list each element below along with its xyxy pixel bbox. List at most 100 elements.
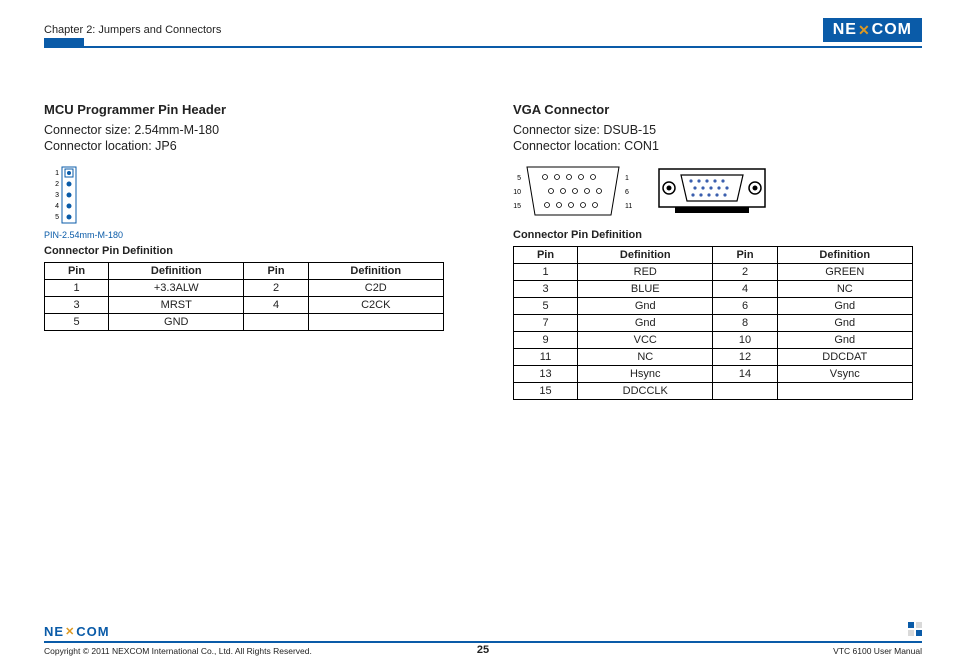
svg-text:1: 1 [55,170,59,177]
logo-part-com: COM [76,624,109,639]
th-def: Definition [308,263,443,280]
cell: BLUE [578,281,713,298]
cell: RED [578,264,713,281]
cell: 3 [514,281,578,298]
cell: 1 [514,264,578,281]
table-row: 13Hsync14Vsync [514,366,913,383]
pin-label: 5 [517,175,521,182]
cell: 5 [45,314,109,331]
cell: 4 [713,281,777,298]
mcu-pin-header-section: MCU Programmer Pin Header Connector size… [44,102,453,400]
logo-x-icon: ✕ [858,22,871,39]
cell: 6 [713,298,777,315]
svg-text:5: 5 [55,214,59,221]
cell: VCC [578,332,713,349]
table-row: 9VCC10Gnd [514,332,913,349]
cell [244,314,308,331]
cell [777,383,912,400]
vga-pinout-diagram: 5 1 10 6 15 11 [513,163,633,219]
th-def: Definition [777,247,912,264]
cell: 7 [514,315,578,332]
table-row: 5GND [45,314,444,331]
table-row: 15DDCCLK [514,383,913,400]
section-tab-decoration [44,38,84,48]
table-row: 1RED2GREEN [514,264,913,281]
pin-label: 10 [513,189,521,196]
cell: 3 [45,297,109,314]
diagram-caption: PIN-2.54mm-M-180 [44,230,453,240]
th-pin: Pin [244,263,308,280]
vga-pin-table: Pin Definition Pin Definition 1RED2GREEN… [513,246,913,400]
copyright-text: Copyright © 2011 NEXCOM International Co… [44,646,312,656]
cell: MRST [109,297,244,314]
cell: +3.3ALW [109,280,244,297]
cell: GND [109,314,244,331]
connector-location: Connector location: CON1 [513,139,922,153]
cell: 11 [514,349,578,366]
vga-diagram-row: 5 1 10 6 15 11 [513,163,922,219]
vga-connector-section: VGA Connector Connector size: DSUB-15 Co… [513,102,922,400]
th-def: Definition [109,263,244,280]
table-row: 5Gnd6Gnd [514,298,913,315]
th-def: Definition [578,247,713,264]
pin-header-diagram: 12 34 5 PIN-2.54mm-M-180 [44,165,453,237]
table-row: 11NC12DDCDAT [514,349,913,366]
cell: 9 [514,332,578,349]
cell: DDCCLK [578,383,713,400]
svg-text:4: 4 [55,203,59,210]
logo-part-ne: NE [833,21,857,39]
table-title: Connector Pin Definition [513,229,922,241]
vga-physical-diagram [657,163,767,219]
section-title: VGA Connector [513,102,922,117]
cell: 5 [514,298,578,315]
table-row: 3BLUE4NC [514,281,913,298]
mcu-pin-table: Pin Definition Pin Definition 1+3.3ALW2C… [44,262,444,331]
chapter-label: Chapter 2: Jumpers and Connectors [44,24,221,36]
cell: 15 [514,383,578,400]
logo-part-ne: NE [44,624,64,639]
cell: 2 [244,280,308,297]
cell: 8 [713,315,777,332]
th-pin: Pin [713,247,777,264]
cell: Gnd [777,298,912,315]
logo-x-icon: ✕ [65,625,75,638]
svg-text:2: 2 [55,181,59,188]
manual-title: VTC 6100 User Manual [833,646,922,656]
cell: C2D [308,280,443,297]
cell: Gnd [777,332,912,349]
cell: Gnd [777,315,912,332]
cell: DDCDAT [777,349,912,366]
pin-label: 15 [513,203,521,210]
brand-logo: NE ✕ COM [823,18,922,42]
cell: Gnd [578,315,713,332]
cell: Vsync [777,366,912,383]
cell: NC [777,281,912,298]
cell: 14 [713,366,777,383]
table-row: 3MRST4C2CK [45,297,444,314]
table-row: 1+3.3ALW2C2D [45,280,444,297]
th-pin: Pin [45,263,109,280]
cell [308,314,443,331]
cell: NC [578,349,713,366]
table-row: 7Gnd8Gnd [514,315,913,332]
connector-size: Connector size: DSUB-15 [513,123,922,137]
cell: Gnd [578,298,713,315]
page-number: 25 [477,644,489,656]
cell: Hsync [578,366,713,383]
cell: 1 [45,280,109,297]
cell: 4 [244,297,308,314]
cell: GREEN [777,264,912,281]
cell: 10 [713,332,777,349]
cell: 13 [514,366,578,383]
connector-location: Connector location: JP6 [44,139,453,153]
pin-label: 1 [625,175,629,182]
cell: 12 [713,349,777,366]
th-pin: Pin [514,247,578,264]
cell: C2CK [308,297,443,314]
cell [713,383,777,400]
section-title: MCU Programmer Pin Header [44,102,453,117]
cell: 2 [713,264,777,281]
pin-label: 6 [625,189,629,196]
pin-label: 11 [625,203,632,210]
connector-size: Connector size: 2.54mm-M-180 [44,123,453,137]
